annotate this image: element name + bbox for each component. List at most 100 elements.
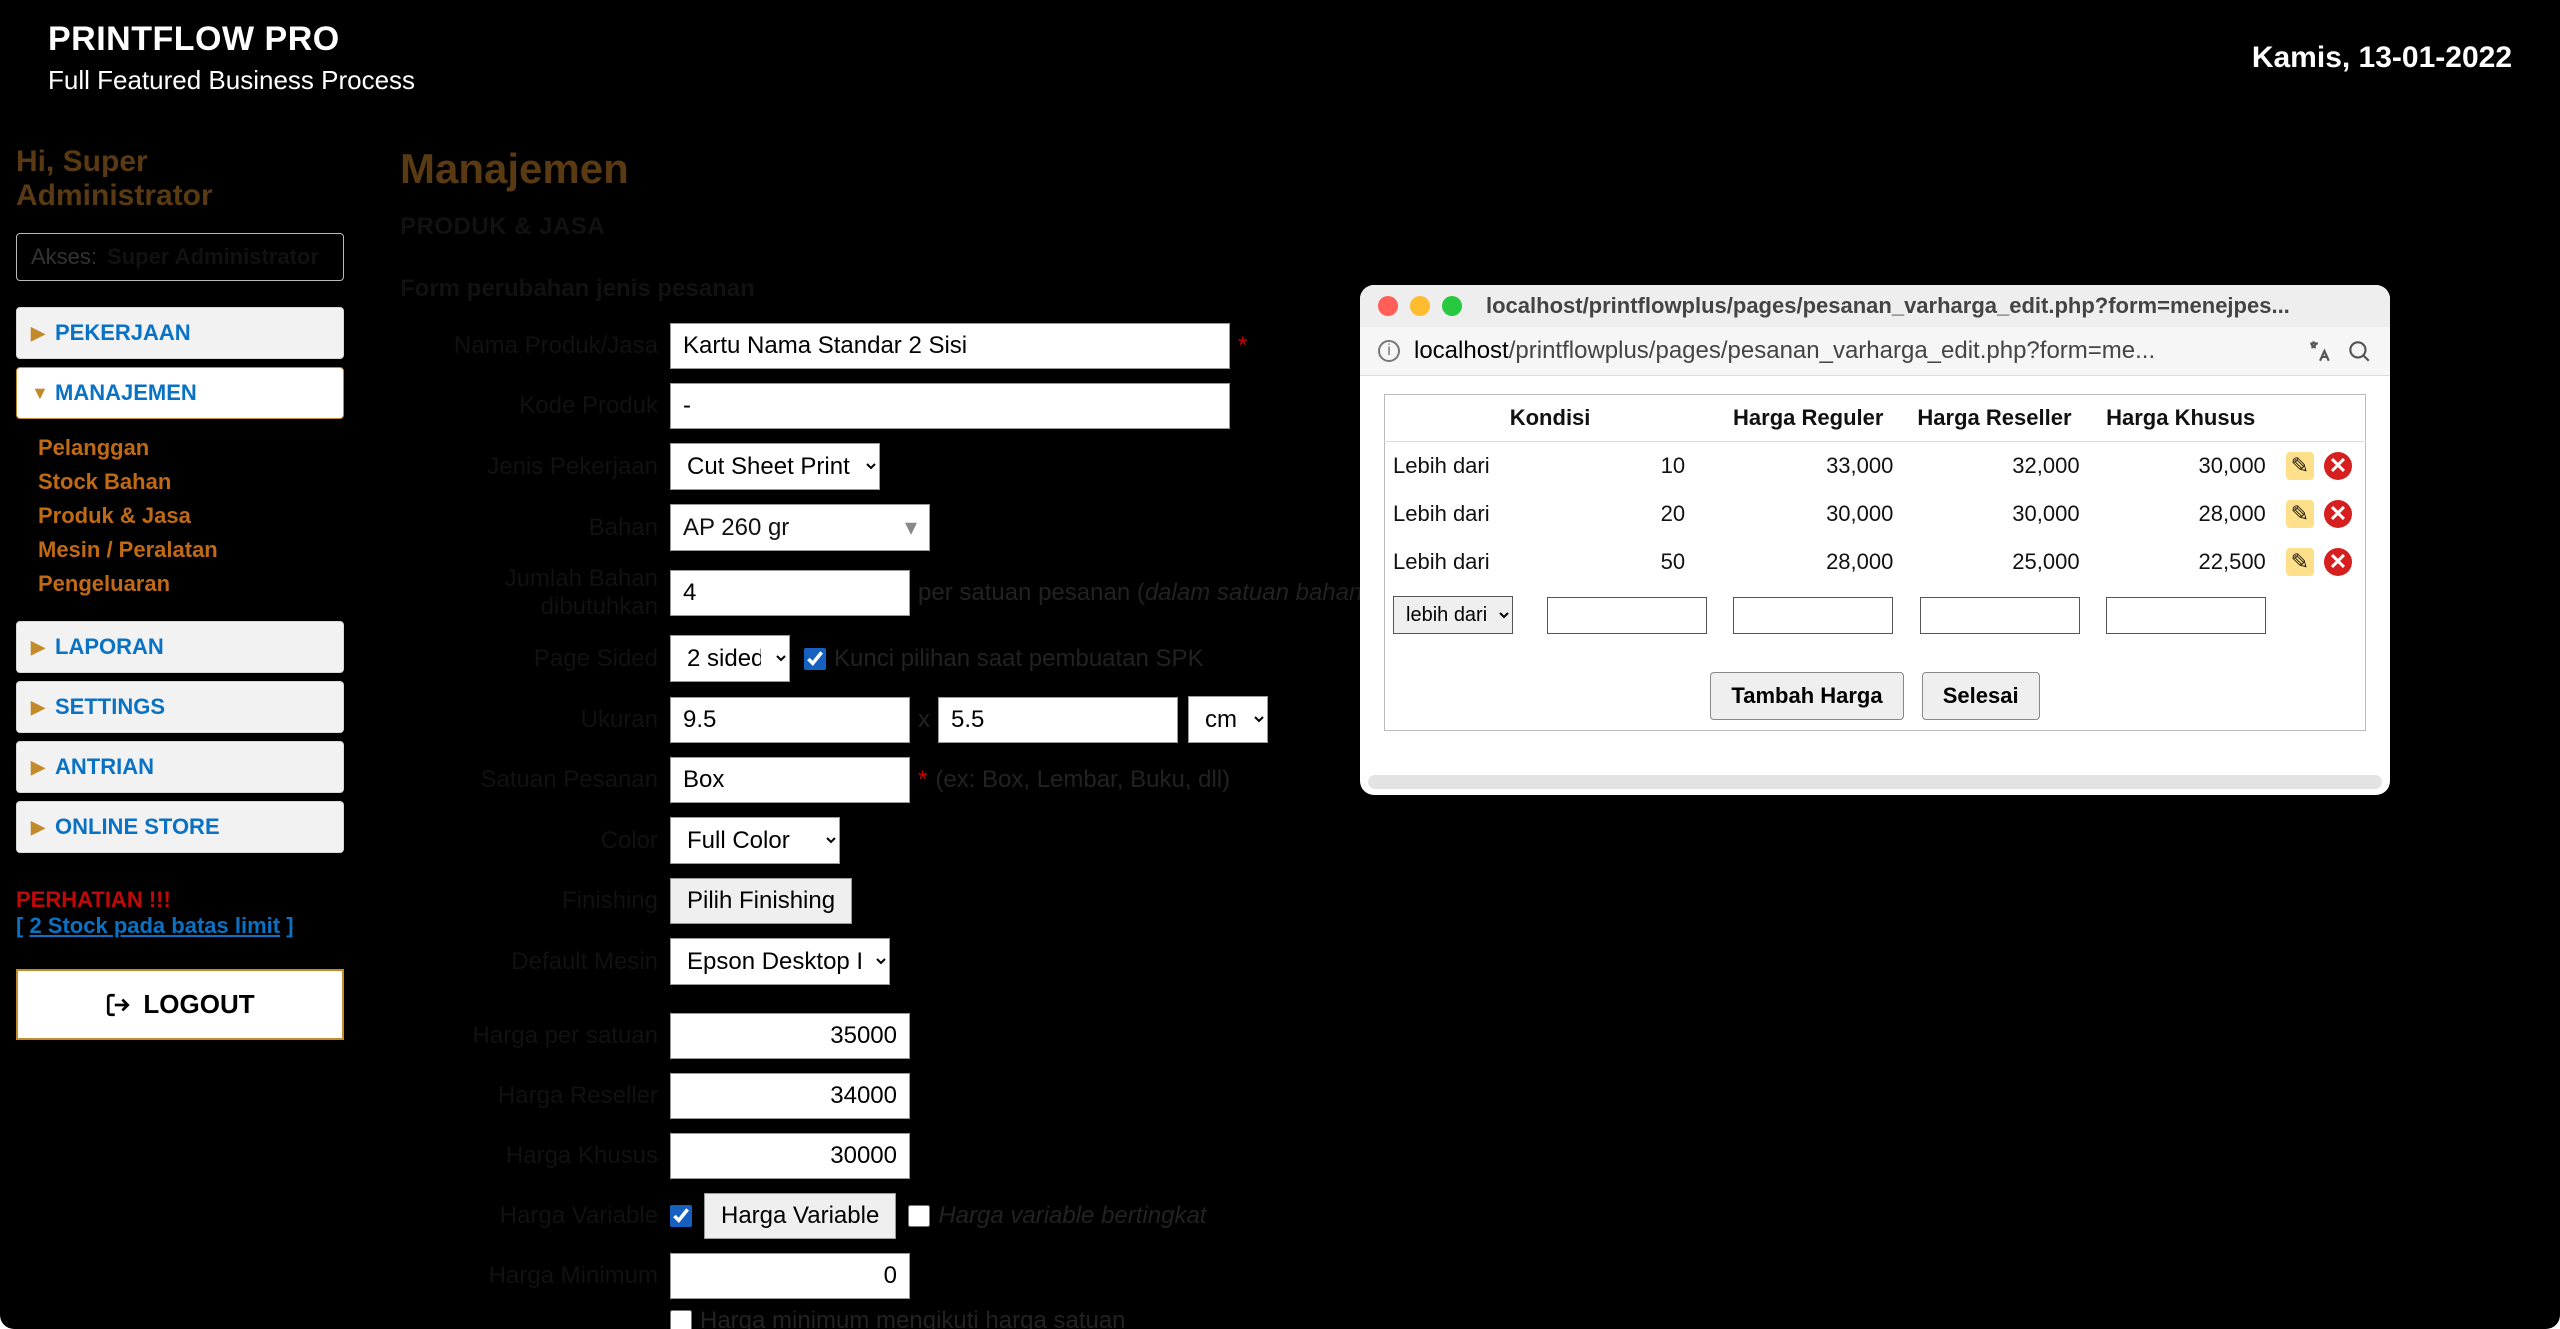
info-icon[interactable]: i — [1378, 340, 1400, 362]
sidebar: Hi, Super Administrator Akses: Super Adm… — [0, 115, 360, 1329]
sidebar-item-produk-jasa[interactable]: Produk & Jasa — [38, 499, 338, 533]
input-harga-minimum[interactable] — [670, 1253, 910, 1299]
sidebar-item-antrian[interactable]: ▶ ANTRIAN — [16, 741, 344, 793]
sidebar-item-label: SETTINGS — [55, 694, 165, 720]
checkbox-harga-bertingkat[interactable] — [908, 1205, 930, 1227]
label-harga-satuan: Harga per satuan — [400, 1022, 670, 1050]
input-ukuran-y[interactable] — [938, 697, 1178, 743]
harga-variable-button[interactable]: Harga Variable — [704, 1193, 896, 1239]
logout-button[interactable]: LOGOUT — [16, 969, 344, 1040]
hint-satuan: (ex: Box, Lembar, Buku, dll) — [935, 766, 1230, 794]
pilih-finishing-button[interactable]: Pilih Finishing — [670, 878, 852, 924]
window-minimize-icon[interactable] — [1410, 296, 1430, 316]
label-kode: Kode Produk — [400, 392, 670, 420]
input-ukuran-x[interactable] — [670, 697, 910, 743]
popup-body: Kondisi Harga Reguler Harga Reseller Har… — [1360, 376, 2390, 767]
price-table: Kondisi Harga Reguler Harga Reseller Har… — [1384, 394, 2366, 731]
sidebar-item-laporan[interactable]: ▶ LAPORAN — [16, 621, 344, 673]
sidebar-item-settings[interactable]: ▶ SETTINGS — [16, 681, 344, 733]
search-icon[interactable] — [2346, 338, 2372, 364]
checkbox-harga-min-follow[interactable] — [670, 1310, 692, 1329]
select-bahan[interactable]: AP 260 gr ▾ — [670, 504, 930, 551]
popup-address-bar: i localhost/printflowplus/pages/pesanan_… — [1360, 327, 2390, 376]
sidebar-item-stock-bahan[interactable]: Stock Bahan — [38, 465, 338, 499]
sidebar-item-pelanggan[interactable]: Pelanggan — [38, 431, 338, 465]
tambah-harga-button[interactable]: Tambah Harga — [1710, 672, 1903, 720]
select-color[interactable]: Full Color — [670, 817, 840, 864]
sidebar-item-mesin[interactable]: Mesin / Peralatan — [38, 533, 338, 567]
label-harga-minimum: Harga Minimum — [400, 1262, 670, 1290]
cell-kondisi: Lebih dari — [1385, 490, 1529, 538]
label-ukuran: Ukuran — [400, 706, 670, 734]
required-mark: * — [918, 766, 927, 794]
checkbox-harga-variable[interactable] — [670, 1205, 692, 1227]
input-harga-khusus[interactable] — [670, 1133, 910, 1179]
alert-bracket-close: ] — [286, 913, 293, 938]
brand-tagline: Full Featured Business Process — [48, 65, 415, 96]
label-harga-variable: Harga Variable — [400, 1202, 670, 1230]
input-new-reguler[interactable] — [1733, 597, 1893, 634]
sidebar-item-manajemen[interactable]: ▼ MANAJEMEN — [16, 367, 344, 419]
label-jenis: Jenis Pekerjaan — [400, 453, 670, 481]
label-harga-bertingkat: Harga variable bertingkat — [938, 1202, 1206, 1230]
sidebar-item-label: ONLINE STORE — [55, 814, 220, 840]
sidebar-item-label: LAPORAN — [55, 634, 164, 660]
window-close-icon[interactable] — [1378, 296, 1398, 316]
header-date: Kamis, 13-01-2022 — [2252, 41, 2512, 75]
label-jumlah: Jumlah Bahan dibutuhkan — [400, 565, 670, 621]
sidebar-item-pekerjaan[interactable]: ▶ PEKERJAAN — [16, 307, 344, 359]
input-nama[interactable] — [670, 323, 1230, 369]
sidebar-item-label: MANAJEMEN — [55, 380, 197, 406]
th-reseller: Harga Reseller — [1901, 395, 2087, 442]
cell-qty: 20 — [1529, 490, 1715, 538]
edit-icon[interactable]: ✎ — [2286, 548, 2314, 576]
popup-titlebar[interactable]: localhost/printflowplus/pages/pesanan_va… — [1360, 285, 2390, 327]
translate-icon[interactable] — [2306, 338, 2332, 364]
select-ukuran-unit[interactable]: cm — [1188, 696, 1268, 743]
alert-link[interactable]: 2 Stock pada batas limit — [29, 913, 280, 938]
select-new-kondisi[interactable]: lebih dari — [1393, 596, 1513, 634]
sidebar-item-online-store[interactable]: ▶ ONLINE STORE — [16, 801, 344, 853]
required-mark: * — [1238, 332, 1247, 360]
cell-khusus: 30,000 — [2088, 442, 2274, 491]
delete-icon[interactable]: ✕ — [2324, 548, 2352, 576]
input-kode[interactable] — [670, 383, 1230, 429]
input-new-qty[interactable] — [1547, 597, 1707, 634]
input-jumlah[interactable] — [670, 570, 910, 616]
sidebar-item-pengeluaran[interactable]: Pengeluaran — [38, 567, 338, 601]
logout-label: LOGOUT — [143, 989, 254, 1020]
label-kunci-spk: Kunci pilihan saat pembuatan SPK — [834, 645, 1204, 673]
cell-reseller: 30,000 — [1901, 490, 2087, 538]
cell-kondisi: Lebih dari — [1385, 538, 1529, 586]
divider — [400, 999, 1370, 1001]
access-label: Akses: — [31, 244, 97, 270]
input-harga-reseller[interactable] — [670, 1073, 910, 1119]
cell-khusus: 28,000 — [2088, 490, 2274, 538]
chevron-right-icon: ▶ — [31, 637, 45, 658]
hint-jumlah: per satuan pesanan (dalam satuan bahan) — [918, 579, 1370, 607]
select-jenis[interactable]: Cut Sheet Print — [670, 443, 880, 490]
horizontal-scrollbar[interactable] — [1368, 775, 2382, 789]
delete-icon[interactable]: ✕ — [2324, 452, 2352, 480]
label-finishing: Finishing — [400, 887, 670, 915]
select-page-sided[interactable]: 2 sided — [670, 635, 790, 682]
th-kondisi: Kondisi — [1385, 395, 1716, 442]
input-new-khusus[interactable] — [2106, 597, 2266, 634]
alert-block: PERHATIAN !!! [ 2 Stock pada batas limit… — [16, 887, 344, 939]
select-bahan-value: AP 260 gr — [683, 514, 789, 542]
chevron-right-icon: ▶ — [31, 697, 45, 718]
edit-icon[interactable]: ✎ — [2286, 500, 2314, 528]
checkbox-kunci-spk[interactable] — [804, 648, 826, 670]
label-nama: Nama Produk/Jasa — [400, 332, 670, 360]
table-row: Lebih dari 10 33,000 32,000 30,000 ✎ ✕ — [1385, 442, 2366, 491]
edit-icon[interactable]: ✎ — [2286, 452, 2314, 480]
delete-icon[interactable]: ✕ — [2324, 500, 2352, 528]
select-default-mesin[interactable]: Epson Desktop Ink — [670, 938, 890, 985]
input-harga-satuan[interactable] — [670, 1013, 910, 1059]
selesai-button[interactable]: Selesai — [1922, 672, 2040, 720]
input-new-reseller[interactable] — [1920, 597, 2080, 634]
label-default-mesin: Default Mesin — [400, 948, 670, 976]
alert-bracket-open: [ — [16, 913, 29, 938]
input-satuan[interactable] — [670, 757, 910, 803]
window-maximize-icon[interactable] — [1442, 296, 1462, 316]
